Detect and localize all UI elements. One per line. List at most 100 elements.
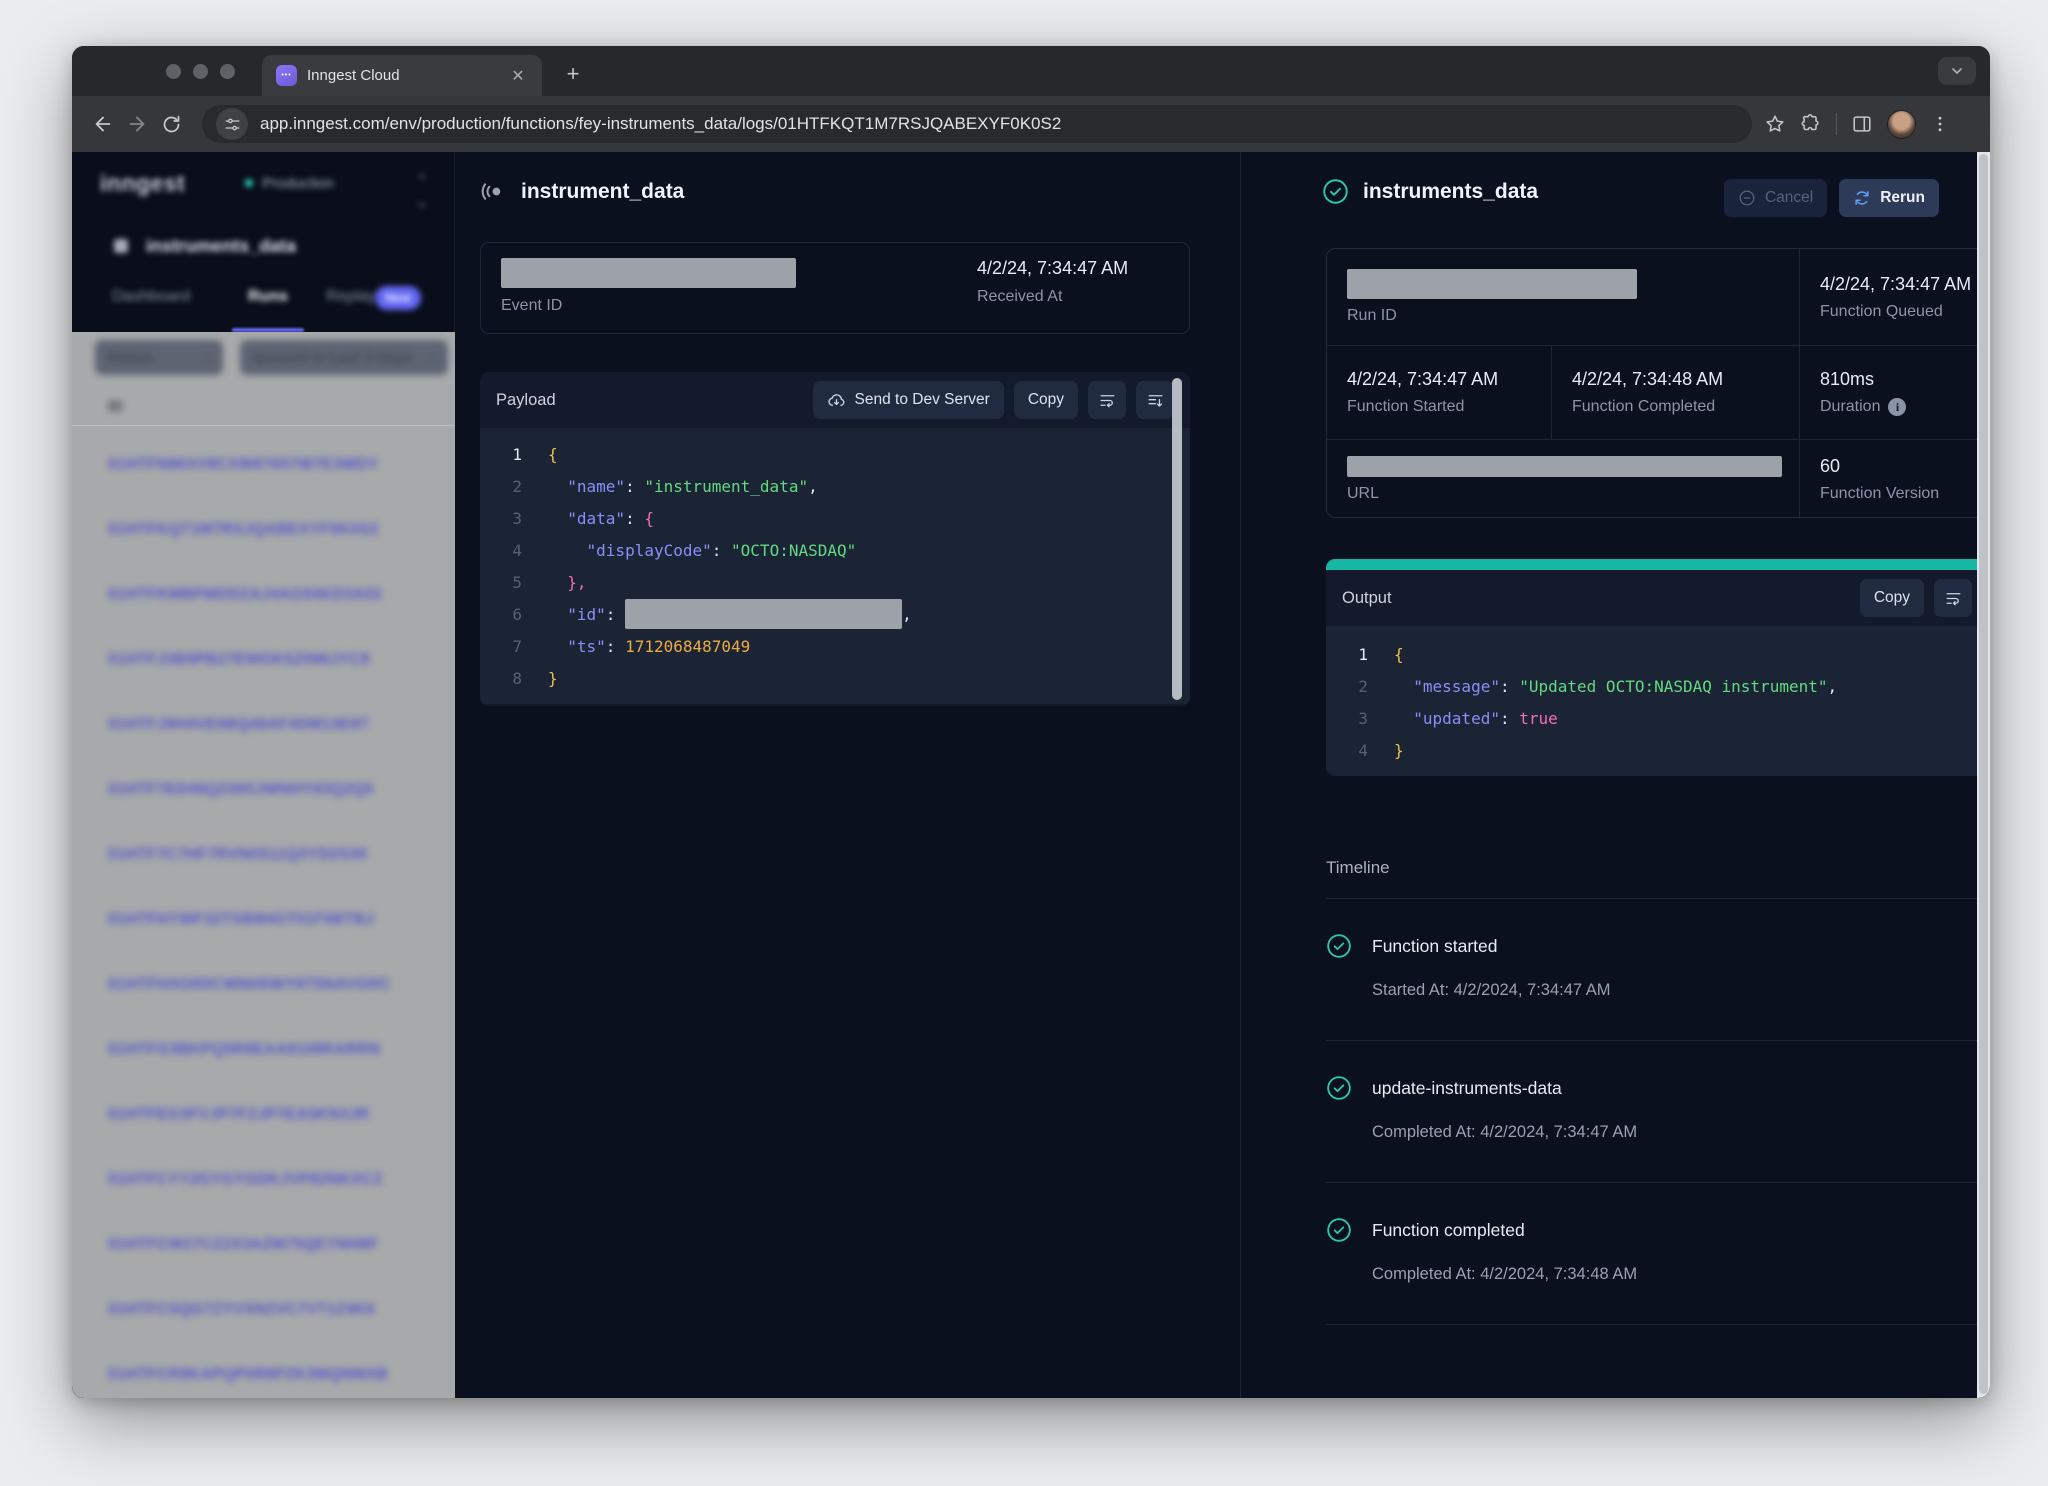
function-completed-label: Function Completed (1572, 398, 1779, 416)
timeline-check-icon (1326, 933, 1352, 959)
run-details-card: Run ID 4/2/24, 7:34:47 AM Function Queue… (1326, 248, 1990, 518)
tab-dashboard[interactable]: Dashboard (112, 288, 190, 306)
duration-info-icon[interactable]: i (1888, 398, 1906, 416)
screenshot-stage: ••• Inngest Cloud ✕ + (0, 0, 2048, 1486)
run-title: instruments_data (1363, 180, 1538, 204)
payload-toolbar: Payload Send to Dev Server Copy (480, 372, 1190, 428)
run-panel-header: instruments_data (1322, 178, 1538, 205)
timeline-items: Function startedStarted At: 4/2/2024, 7:… (1326, 899, 1990, 1325)
site-settings-icon[interactable] (216, 108, 248, 140)
forward-button[interactable] (120, 107, 154, 141)
timeline-item: Function startedStarted At: 4/2/2024, 7:… (1326, 899, 1990, 1040)
code-line: 2"message": "Updated OCTO:NASDAQ instrum… (1326, 670, 1990, 702)
reload-button[interactable] (154, 107, 188, 141)
run-id-link[interactable]: 01HTFG3BKPQ5R9EAA9108RARRN (108, 1041, 380, 1059)
window-zoom-button[interactable] (220, 64, 235, 79)
expand-rows-icon (1146, 391, 1165, 410)
line-number: 4 (480, 541, 522, 560)
run-id-link[interactable]: 01HTF7C7HF7RVN0S11Q3YD2S30 (108, 846, 367, 864)
rerun-button[interactable]: Rerun (1839, 179, 1939, 217)
run-id-link[interactable]: 01HTFKMBPMDDZAJ4AG04KD3A02 (108, 586, 382, 604)
timeline-section: Timeline Function startedStarted At: 4/2… (1326, 842, 1990, 1325)
function-started-label: Function Started (1347, 398, 1531, 416)
send-to-dev-server-button[interactable]: Send to Dev Server (813, 381, 1004, 419)
window-close-button[interactable] (166, 64, 181, 79)
function-queued-cell: 4/2/24, 7:34:47 AM Function Queued (1799, 249, 1990, 345)
event-panel-header: instrument_data (480, 178, 684, 205)
run-id-link[interactable]: 01HTF7ED46Q238SJWNHY83Q2Q0 (108, 781, 373, 799)
browser-tab[interactable]: ••• Inngest Cloud ✕ (262, 55, 542, 96)
browser-tab-strip: ••• Inngest Cloud ✕ + (72, 46, 1990, 96)
output-success-bar (1326, 559, 1990, 570)
run-id-list-item: 01HTFEG3FVJP7FZJP7EA5KN3JR (108, 1082, 391, 1147)
function-started-cell: 4/2/24, 7:34:47 AM Function Started (1327, 345, 1551, 439)
window-minimize-button[interactable] (193, 64, 208, 79)
run-id-link[interactable]: 01HTFN86XV8CXW87657W7E3WDY (108, 456, 379, 474)
timeline-item-subtitle: Completed At: 4/2/2024, 7:34:48 AM (1372, 1265, 1990, 1284)
run-id-link[interactable]: 01HTFJ3B9PB27EWGK5Z086JYC8 (108, 651, 370, 669)
run-id-link[interactable]: 01HTFHYWF32TSB9HGT01F5BTBJ (108, 911, 374, 929)
run-id-link[interactable]: 01HTFKQT1M7RSJQABEXYF0K0S2 (108, 521, 379, 539)
url-text: app.inngest.com/env/production/functions… (260, 114, 1061, 134)
timeline-item-subtitle: Started At: 4/2/2024, 7:34:47 AM (1372, 981, 1990, 1000)
output-title: Output (1342, 589, 1860, 608)
run-id-list-item: 01HTFJ9H4VE0BQ48AF4DM13E9T (108, 692, 391, 757)
run-id-list-item: 01HTF7ED46Q238SJWNHY83Q2Q0 (108, 757, 391, 822)
line-number: 3 (480, 509, 522, 528)
word-wrap-button[interactable] (1088, 381, 1126, 419)
run-id-list-item: 01HTFHXGR0CWNH5WY8T5NAVGRC (108, 952, 391, 1017)
run-id-link[interactable]: 01HTFJ9H4VE0BQ48AF4DM13E9T (108, 716, 369, 734)
code-line: 4"displayCode": "OCTO:NASDAQ" (480, 534, 1190, 566)
new-tab-button[interactable]: + (558, 59, 588, 89)
duration-label: Duration (1820, 398, 1880, 416)
chevron-down-icon: ▾ (205, 351, 211, 365)
payload-card: Payload Send to Dev Server Copy (480, 372, 1190, 706)
output-copy-button[interactable]: Copy (1860, 579, 1924, 617)
page-scrollbar[interactable] (1977, 152, 1990, 1398)
run-id-link[interactable]: 01HTFCR9KAPQP0R8PZK3MQNMXB (108, 1366, 388, 1384)
payload-scrollbar[interactable] (1172, 378, 1182, 700)
tab-search-chevron-icon[interactable] (1938, 57, 1976, 85)
received-at-value: 4/2/24, 7:34:47 AM (977, 258, 1185, 279)
id-column-header: ID (108, 398, 123, 415)
timeline-item-title: Function completed (1372, 1220, 1525, 1241)
back-button[interactable] (86, 107, 120, 141)
duration-cell: 810ms Duration i (1799, 345, 1990, 439)
tab-replay[interactable]: Replay (326, 288, 376, 306)
toolbar-divider (1836, 113, 1837, 135)
tab-close-icon[interactable]: ✕ (508, 66, 528, 86)
bookmark-star-icon[interactable] (1764, 113, 1786, 135)
run-id-link[interactable]: 01HTFCSQG7ZYVXNZVC7VT1Z4K6 (108, 1301, 375, 1319)
timeline-check-icon (1326, 1075, 1352, 1101)
line-number: 2 (480, 477, 522, 496)
function-completed-cell: 4/2/24, 7:34:48 AM Function Completed (1551, 345, 1799, 439)
environment-switcher-icon[interactable]: ⌃⌄ (415, 172, 430, 212)
timeline-item: Function completed Completed At: 4/2/2024… (1326, 1183, 1990, 1324)
cancel-button[interactable]: Cancel (1724, 179, 1827, 217)
word-wrap-icon (1098, 391, 1117, 410)
line-number: 1 (480, 445, 522, 464)
inngest-logo: inngest (100, 170, 185, 197)
expand-rows-button[interactable] (1136, 381, 1174, 419)
extensions-icon[interactable] (1800, 113, 1822, 135)
environment-selector[interactable]: Production (245, 175, 334, 192)
output-word-wrap-button[interactable] (1934, 579, 1972, 617)
environment-label: Production (262, 175, 334, 192)
run-id-link[interactable]: 01HTFEG3FVJP7FZJP7EA5KN3JR (108, 1106, 369, 1124)
payload-copy-button[interactable]: Copy (1014, 381, 1078, 419)
run-id-link[interactable]: 01HTFCYY2GYGYGDKJVP82NKXCZ (108, 1171, 383, 1189)
profile-avatar[interactable] (1887, 110, 1916, 139)
status-filter-dropdown[interactable]: Status ▾ (95, 340, 223, 375)
received-at-cell: 4/2/24, 7:34:47 AM Received At (973, 243, 1189, 333)
url-address-bar[interactable]: app.inngest.com/env/production/functions… (202, 105, 1752, 143)
tab-runs[interactable]: Runs (248, 288, 288, 306)
side-panel-icon[interactable] (1851, 113, 1873, 135)
run-id-link[interactable]: 01HTFCW27CZ2X3AZM75QEYNH8F (108, 1236, 379, 1254)
payload-copy-label: Copy (1028, 391, 1064, 409)
timeline-divider (1326, 1324, 1990, 1325)
browser-menu-icon[interactable] (1930, 114, 1950, 134)
environment-status-dot (245, 179, 253, 187)
run-id-list-item: 01HTFJ3B9PB27EWGK5Z086JYC8 (108, 627, 391, 692)
date-range-filter-dropdown[interactable]: Queued in Last 3 Days ▾ (240, 340, 448, 375)
run-id-link[interactable]: 01HTFHXGR0CWNH5WY8T5NAVGRC (108, 976, 391, 994)
